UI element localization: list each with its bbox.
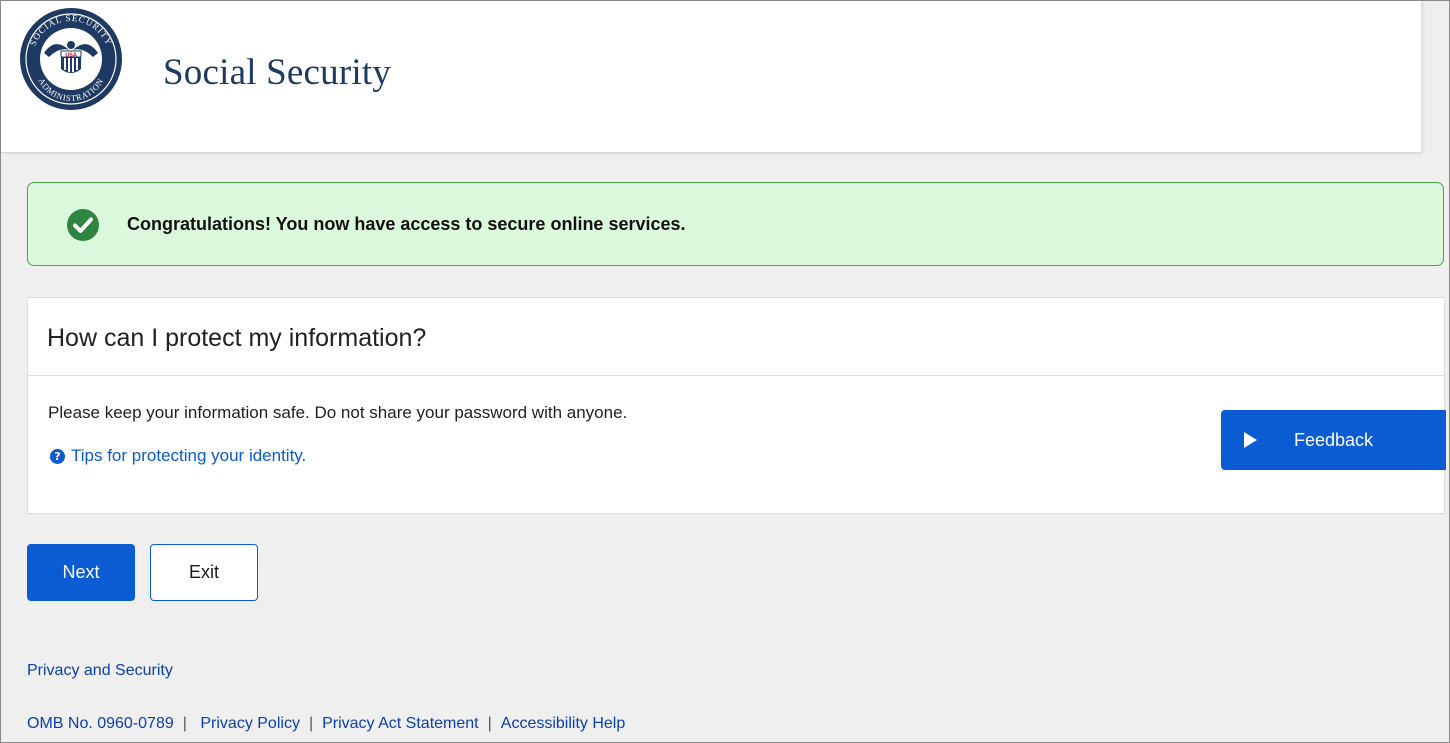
tips-link[interactable]: ? Tips for protecting your identity.: [50, 446, 306, 466]
card-title: How can I protect my information?: [47, 324, 427, 352]
tips-link-label: Tips for protecting your identity.: [71, 446, 307, 465]
site-title[interactable]: Social Security: [163, 51, 391, 94]
success-alert: Congratulations! You now have access to …: [27, 182, 1444, 266]
next-button[interactable]: Next: [27, 544, 135, 601]
privacy-act-link[interactable]: Privacy Act Statement: [322, 715, 479, 732]
footer-separator: |: [487, 715, 492, 732]
exit-button[interactable]: Exit: [150, 544, 258, 601]
feedback-label: Feedback: [1294, 430, 1374, 450]
footer-links: OMB No. 0960-0789 | Privacy Policy | Privac…: [27, 715, 625, 733]
privacy-security-link[interactable]: Privacy and Security: [27, 662, 173, 680]
ssa-seal-logo[interactable]: SOCIAL SECURITY ADMINISTRATION USA: [19, 7, 123, 111]
footer-separator: |: [182, 715, 187, 732]
alert-message: Congratulations! You now have access to …: [127, 214, 686, 234]
check-circle-icon: [67, 209, 99, 241]
omb-number: OMB No. 0960-0789: [27, 715, 174, 732]
site-header: SOCIAL SECURITY ADMINISTRATION USA Socia…: [1, 1, 1421, 153]
footer-separator: |: [308, 715, 314, 732]
feedback-button[interactable]: Feedback: [1221, 410, 1446, 470]
card-divider: [28, 375, 1444, 376]
card-body-text: Please keep your information safe. Do no…: [48, 403, 628, 422]
protect-info-card: How can I protect my information? Please…: [27, 297, 1445, 514]
question-circle-icon: ?: [50, 448, 65, 464]
privacy-policy-link[interactable]: Privacy Policy: [200, 715, 300, 732]
accessibility-help-link[interactable]: Accessibility Help: [501, 715, 625, 732]
play-icon: [1244, 432, 1257, 448]
